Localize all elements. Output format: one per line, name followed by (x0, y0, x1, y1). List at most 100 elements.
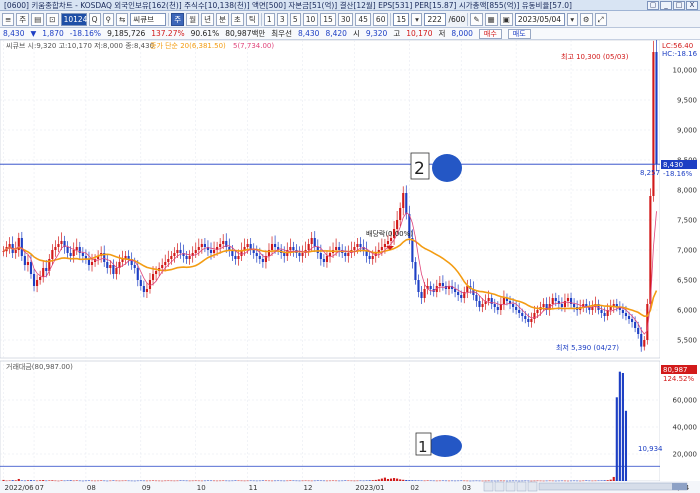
sell-button[interactable]: 매도 (507, 28, 531, 39)
stock-code-input[interactable]: 101240 (60, 12, 92, 26)
volume-bar (569, 480, 573, 482)
volume-bar (5, 480, 8, 482)
volume-bar (39, 480, 42, 481)
draw-tool-icon[interactable]: ✎ (470, 12, 483, 26)
candle-body (212, 250, 216, 253)
link-icon[interactable]: ⇆ (116, 12, 129, 26)
minute-15-button[interactable]: 15 (320, 12, 336, 26)
x-tick-label: 03 (462, 484, 471, 492)
volume-tick-label: 40,000 (673, 424, 698, 432)
pin-icon[interactable]: ⚲ (102, 12, 114, 26)
interval-input[interactable]: 15 (393, 12, 410, 26)
candle-body (222, 241, 225, 244)
period-button-week-left[interactable]: 주 (16, 12, 30, 26)
volume-bar (8, 480, 11, 481)
period-second-button[interactable]: 초 (230, 12, 244, 26)
volume-bar (423, 480, 426, 482)
maximize-button[interactable]: □ (673, 1, 685, 10)
minimize-button[interactable]: _ (660, 1, 672, 10)
candle-body (621, 310, 624, 313)
volume-bar (548, 480, 551, 482)
candle-body (554, 298, 557, 301)
calendar-icon[interactable]: ▣ (499, 12, 513, 26)
scroll-first-button (483, 481, 494, 492)
candle-body (475, 295, 478, 301)
interval-dropdown-icon[interactable]: ▾ (411, 12, 423, 26)
volume-bar (188, 480, 191, 482)
minute-30-button[interactable]: 30 (337, 12, 354, 26)
volume-bar (48, 480, 51, 481)
chart-icon[interactable]: ▤ (31, 12, 45, 26)
period-year-button[interactable]: 년 (201, 12, 215, 26)
price-chart[interactable]: 10,0009,5009,0008,5008,0007,5007,0006,50… (0, 39, 700, 493)
candle-body (460, 295, 463, 298)
menu-icon[interactable]: ≡ (2, 12, 15, 26)
date-dropdown-icon[interactable]: ▾ (566, 12, 578, 26)
volume-bar (530, 480, 533, 482)
candle-body (405, 193, 408, 214)
close-button[interactable]: X (686, 1, 698, 10)
grid-icon[interactable]: ▦ (484, 12, 498, 26)
candle-body (136, 268, 139, 280)
candle-body (133, 265, 136, 268)
candle-body (173, 253, 176, 256)
candle-body (438, 283, 441, 286)
candle-body (536, 310, 539, 313)
candle-body (603, 313, 606, 316)
volume-tick-label: 20,000 (673, 451, 698, 459)
minute-10-button[interactable]: 10 (302, 12, 319, 26)
chart-toolbar: ≡ 주 ▤ ⊡ 101240 Q ⚲ ⇆ 씨큐브 주 월 년 분 초 틱 1 3… (0, 11, 700, 28)
minute-1-button[interactable]: 1 (263, 12, 275, 26)
buy-button[interactable]: 매수 (478, 28, 502, 39)
restore-button[interactable]: ▢ (647, 1, 659, 10)
candle-body (414, 262, 417, 280)
marker-label-1: 1 (418, 438, 428, 456)
period-month-button[interactable]: 월 (186, 12, 200, 26)
count-input[interactable]: 222 (424, 12, 447, 26)
volume-bar (502, 480, 505, 482)
date-input[interactable]: 2023/05/04 (514, 12, 565, 26)
volume-bar (130, 480, 133, 482)
candle-body (542, 304, 545, 307)
minute-3-button[interactable]: 3 (276, 12, 288, 26)
volume-bar (469, 480, 472, 482)
volume-bar (447, 480, 451, 482)
volume-bar (151, 480, 155, 481)
price-tick-label: 9,000 (677, 127, 697, 135)
stock-name-field[interactable]: 씨큐브 (130, 12, 167, 26)
period-minute-button[interactable]: 분 (216, 12, 229, 26)
candle-body (60, 241, 63, 244)
candle-body (637, 328, 640, 334)
candle-body (39, 277, 42, 280)
candle-body (396, 220, 399, 229)
volume-bar (97, 480, 100, 482)
count-total-value: 600 (451, 14, 466, 24)
candle-body (399, 208, 402, 220)
period-tick-button[interactable]: 틱 (245, 12, 259, 26)
candle-body (298, 253, 301, 256)
volume-bar (249, 480, 252, 482)
volume: 9,185,726 (107, 29, 146, 38)
x-tick-label: 08 (87, 484, 96, 492)
chart-area[interactable]: 10,0009,5009,0008,5008,0007,5007,0006,50… (0, 39, 700, 493)
candle-body (386, 241, 390, 244)
expand-icon[interactable]: ⤢ (594, 12, 607, 26)
volume-bar (277, 480, 280, 482)
candle-body (155, 271, 158, 274)
minute-5-button[interactable]: 5 (289, 12, 301, 26)
volume-bar (386, 478, 390, 481)
high-price: 10,170 (406, 29, 433, 38)
volume-bar (594, 480, 597, 482)
volume-bar (466, 480, 469, 482)
candle-body (270, 244, 274, 250)
period-week-button[interactable]: 주 (171, 12, 185, 26)
marker-circle-price (432, 154, 462, 182)
minute-60-button[interactable]: 60 (372, 12, 389, 26)
minute-45-button[interactable]: 45 (355, 12, 371, 26)
settings-icon[interactable]: ⚙ (579, 12, 593, 26)
candle-body (411, 238, 414, 262)
search-icon[interactable]: Q (88, 12, 101, 26)
volume-bar (356, 480, 359, 482)
lock-icon[interactable]: ⊡ (46, 12, 59, 26)
candle-body (90, 262, 94, 265)
